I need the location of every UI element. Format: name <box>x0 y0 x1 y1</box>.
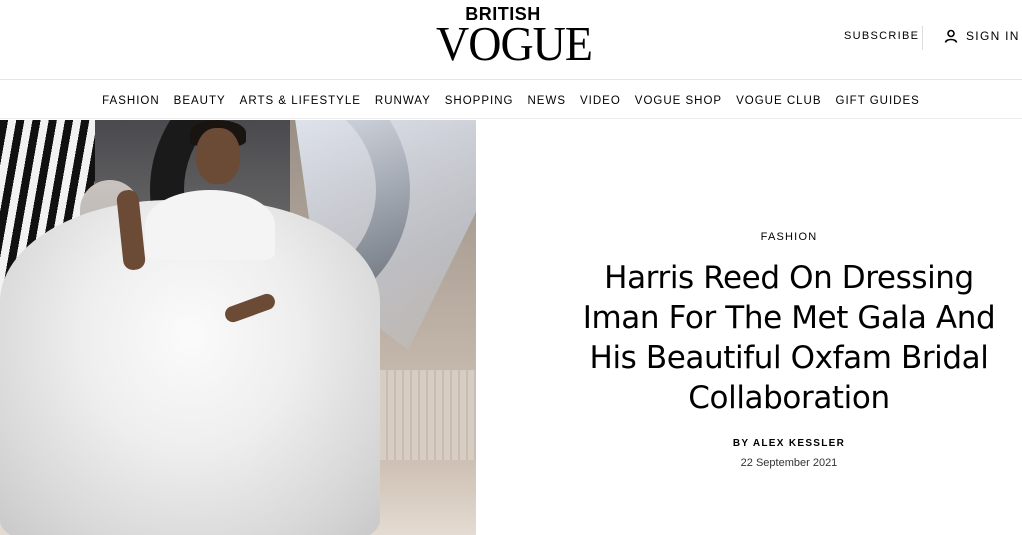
category-link[interactable]: FASHION <box>476 231 1022 243</box>
byline-prefix: BY <box>732 438 753 449</box>
byline: BY ALEX KESSLER <box>476 438 1022 449</box>
nav-list: FASHION BEAUTY ARTS & LIFESTYLE RUNWAY S… <box>102 91 920 109</box>
article-header: FASHION Harris Reed On Dressing Iman For… <box>476 120 1022 535</box>
subscribe-link[interactable]: SUBSCRIBE <box>844 30 919 42</box>
nav-item-runway[interactable]: RUNWAY <box>375 95 431 107</box>
article-headline: Harris Reed On Dressing Iman For The Met… <box>582 260 996 416</box>
header-divider <box>922 26 923 50</box>
hero-image[interactable] <box>0 120 476 535</box>
logo-vogue-text: VOGUE <box>436 16 593 71</box>
site-header: BRITISH VOGUE SUBSCRIBE SIGN IN <box>0 0 1022 80</box>
model-head <box>196 128 240 184</box>
nav-item-video[interactable]: VIDEO <box>580 95 621 107</box>
nav-item-vogue-club[interactable]: VOGUE CLUB <box>736 95 821 107</box>
british-vogue-logo[interactable]: BRITISH VOGUE <box>436 4 593 71</box>
nav-item-shopping[interactable]: SHOPPING <box>445 95 514 107</box>
sign-in-label: SIGN IN <box>966 29 1020 43</box>
gown-bodice <box>145 190 275 260</box>
nav-item-arts-lifestyle[interactable]: ARTS & LIFESTYLE <box>240 95 361 107</box>
nav-item-vogue-shop[interactable]: VOGUE SHOP <box>635 95 722 107</box>
publish-date: 22 September 2021 <box>740 457 838 469</box>
nav-item-news[interactable]: NEWS <box>527 95 566 107</box>
nav-item-fashion[interactable]: FASHION <box>102 95 159 107</box>
user-icon <box>944 29 958 43</box>
main-nav: FASHION BEAUTY ARTS & LIFESTYLE RUNWAY S… <box>0 81 1022 119</box>
author-link[interactable]: ALEX KESSLER <box>753 438 845 449</box>
nav-item-beauty[interactable]: BEAUTY <box>174 95 226 107</box>
nav-item-gift-guides[interactable]: GIFT GUIDES <box>836 95 920 107</box>
sign-in-button[interactable]: SIGN IN <box>944 29 1020 43</box>
